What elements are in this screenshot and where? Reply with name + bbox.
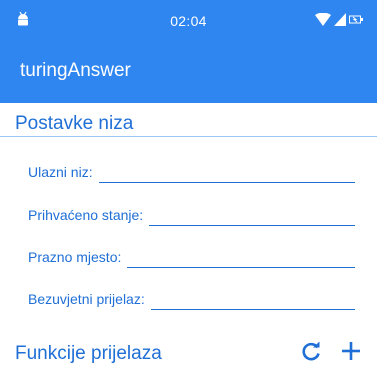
accept-state-row: Prihvaćeno stanje:: [28, 202, 355, 226]
refresh-icon: [300, 340, 322, 367]
input-string-field[interactable]: [98, 162, 355, 183]
blank-symbol-label: Prazno mjesto:: [28, 249, 122, 265]
unconditional-transition-field[interactable]: [150, 289, 355, 310]
input-string-row: Ulazni niz:: [28, 159, 355, 183]
status-bar: 02:04: [0, 0, 377, 40]
signal-icon: [334, 13, 346, 31]
app-bar: turingAnswer: [0, 40, 377, 103]
accept-state-field[interactable]: [149, 205, 355, 226]
functions-section-title: Funkcije prijelaza: [15, 343, 162, 364]
blank-symbol-row: Prazno mjesto:: [28, 244, 355, 268]
accept-state-label: Prihvaćeno stanje:: [28, 207, 144, 223]
settings-section-title: Postavke niza: [15, 113, 134, 134]
unconditional-transition-label: Bezuvjetni prijelaz:: [28, 291, 145, 307]
section-divider: [0, 136, 377, 137]
app-title: turingAnswer: [20, 60, 131, 81]
wifi-icon: [315, 12, 331, 31]
battery-icon: [349, 13, 365, 31]
add-icon: [341, 341, 361, 366]
add-button[interactable]: [337, 339, 365, 367]
system-icons: [315, 12, 365, 31]
unconditional-transition-row: Bezuvjetni prijelaz:: [28, 286, 355, 310]
input-string-label: Ulazni niz:: [28, 164, 93, 180]
blank-symbol-field[interactable]: [127, 247, 355, 268]
refresh-button[interactable]: [297, 339, 325, 367]
